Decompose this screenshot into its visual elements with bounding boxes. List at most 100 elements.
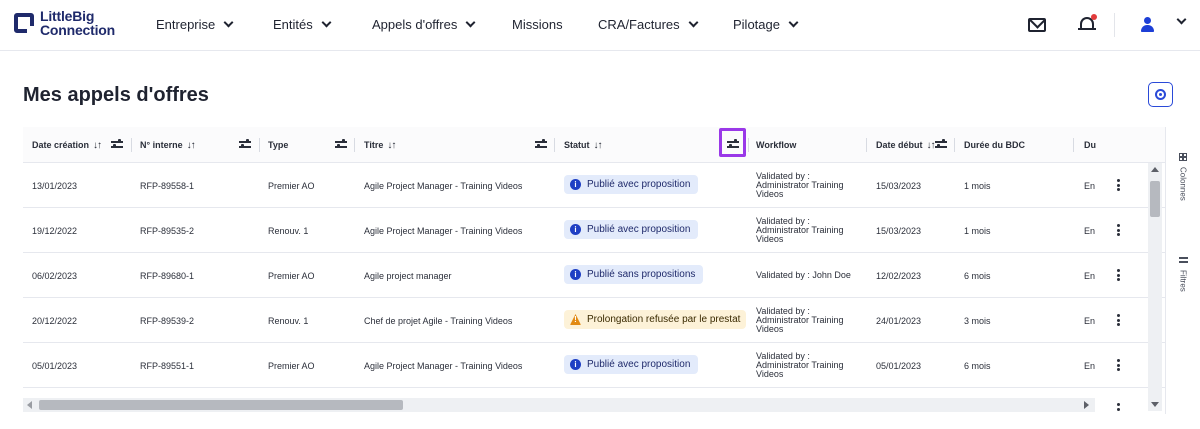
cell-du: En: [1084, 360, 1096, 371]
brand-name-line2: Connection: [40, 22, 115, 38]
cell-duree: 6 mois: [964, 360, 991, 371]
sort-icon[interactable]: ↓↑: [927, 140, 936, 151]
column-divider[interactable]: [954, 138, 955, 152]
column-divider[interactable]: [866, 138, 867, 152]
column-header-date-debut[interactable]: Date début ↓↑: [876, 127, 936, 163]
chevron-down-icon: [223, 17, 234, 28]
highlighted-statut-filter-box: [719, 128, 746, 157]
row-actions-icon[interactable]: [1117, 403, 1121, 415]
table-row[interactable]: 19/12/2022 RFP-89535-2 Renouv. 1 Agile P…: [23, 208, 1165, 253]
columns-grid-icon: [1179, 153, 1187, 161]
mail-icon[interactable]: [1028, 18, 1046, 32]
info-icon: i: [570, 179, 581, 190]
column-divider[interactable]: [131, 138, 132, 152]
nav-label: Pilotage: [733, 17, 780, 32]
row-actions-icon[interactable]: [1117, 269, 1121, 281]
row-actions-icon[interactable]: [1117, 224, 1121, 236]
nav-appels-doffres[interactable]: Appels d'offres: [372, 17, 476, 32]
cell-num-interne: RFP-89551-1: [140, 360, 195, 371]
brand-logo[interactable]: LittleBig Connection: [14, 9, 115, 37]
sort-icon[interactable]: ↓↑: [387, 140, 396, 151]
chevron-down-icon: [465, 17, 476, 28]
notification-dot: [1091, 14, 1097, 20]
columns-panel-tab[interactable]: Colonnes: [1169, 153, 1197, 201]
filters-panel-tab[interactable]: Filtres: [1169, 255, 1197, 292]
chevron-down-icon[interactable]: [1176, 14, 1187, 25]
scroll-down-icon[interactable]: [1151, 402, 1159, 407]
cell-titre: Agile Project Manager - Training Videos: [364, 225, 523, 236]
scroll-right-icon[interactable]: [1084, 401, 1089, 409]
filter-icon[interactable]: [535, 138, 547, 150]
rfp-table: Date création ↓↑ N° interne ↓↑ Type Titre ↓…: [23, 127, 1165, 414]
sort-icon[interactable]: ↓↑: [93, 140, 102, 151]
column-header-type[interactable]: Type: [268, 127, 288, 163]
column-label: Titre: [364, 140, 384, 150]
column-divider[interactable]: [354, 138, 355, 152]
column-divider[interactable]: [554, 138, 555, 152]
table-row[interactable]: 13/01/2023 RFP-89558-1 Premier AO Agile …: [23, 163, 1165, 208]
column-header-du[interactable]: Du: [1084, 127, 1096, 163]
cell-type: Premier AO: [268, 180, 315, 191]
sort-icon[interactable]: ↓↑: [594, 140, 603, 151]
horizontal-scrollbar[interactable]: [23, 398, 1095, 412]
cell-duree: 1 mois: [964, 180, 991, 191]
column-header-num-interne[interactable]: N° interne ↓↑: [140, 127, 196, 163]
column-label: Date création: [32, 140, 90, 150]
filter-icon[interactable]: [935, 138, 947, 150]
nav-entreprise[interactable]: Entreprise: [156, 17, 234, 32]
status-badge: ! Prolongation refusée par le prestat: [564, 310, 746, 329]
column-divider[interactable]: [748, 138, 749, 152]
nav-pilotage[interactable]: Pilotage: [733, 17, 799, 32]
nav-missions[interactable]: Missions: [512, 17, 563, 32]
column-divider[interactable]: [1073, 138, 1074, 152]
cell-duree: 3 mois: [964, 315, 991, 326]
filter-icon[interactable]: [335, 138, 347, 150]
vertical-scrollbar[interactable]: [1148, 163, 1162, 411]
column-header-workflow[interactable]: Workflow: [756, 127, 796, 163]
logo-mark-icon: [14, 13, 35, 34]
row-actions-icon[interactable]: [1117, 179, 1121, 191]
cell-du: En: [1084, 225, 1096, 236]
cell-date-debut: 24/01/2023: [876, 315, 922, 326]
row-actions-icon[interactable]: [1117, 314, 1121, 326]
column-label: Date début: [876, 140, 923, 150]
scroll-up-icon[interactable]: [1151, 167, 1159, 172]
filter-icon[interactable]: [111, 138, 123, 150]
user-icon[interactable]: [1140, 17, 1154, 33]
sort-icon[interactable]: ↓↑: [187, 140, 196, 151]
top-navbar: LittleBig Connection Entreprise Entités …: [0, 0, 1200, 51]
cell-duree: 1 mois: [964, 225, 991, 236]
cell-type: Premier AO: [268, 270, 315, 281]
cell-duree: 6 mois: [964, 270, 991, 281]
table-row[interactable]: 06/02/2023 RFP-89680-1 Premier AO Agile …: [23, 253, 1165, 298]
nav-label: Missions: [512, 17, 563, 32]
column-header-titre[interactable]: Titre ↓↑: [364, 127, 396, 163]
horizontal-scroll-thumb[interactable]: [39, 400, 403, 410]
nav-cra-factures[interactable]: CRA/Factures: [598, 17, 699, 32]
table-header: Date création ↓↑ N° interne ↓↑ Type Titre ↓…: [23, 127, 1165, 163]
vertical-scroll-thumb[interactable]: [1150, 181, 1160, 217]
cell-date-creation: 20/12/2022: [32, 315, 78, 326]
column-header-date-creation[interactable]: Date création ↓↑: [32, 127, 102, 163]
table-settings-button[interactable]: [1148, 82, 1173, 107]
column-label: N° interne: [140, 140, 183, 150]
status-label: Publié avec proposition: [587, 224, 691, 235]
filter-icon[interactable]: [239, 138, 251, 150]
bell-icon[interactable]: [1078, 14, 1097, 34]
status-label: Prolongation refusée par le prestat: [587, 314, 741, 325]
cell-type: Premier AO: [268, 360, 315, 371]
workflow-text: Validated by : Administrator Training Vi…: [756, 351, 844, 379]
cell-du: En: [1084, 315, 1096, 326]
workflow-text: Validated by : John Doe: [756, 270, 851, 280]
table-row[interactable]: 05/01/2023 RFP-89551-1 Premier AO Agile …: [23, 343, 1165, 388]
column-divider[interactable]: [259, 138, 260, 152]
scroll-left-icon[interactable]: [27, 401, 32, 409]
column-header-statut[interactable]: Statut ↓↑: [564, 127, 603, 163]
cell-num-interne: RFP-89539-2: [140, 315, 195, 326]
column-header-duree-bdc[interactable]: Durée du BDC: [964, 127, 1025, 163]
cell-date-debut: 15/03/2023: [876, 225, 922, 236]
table-row[interactable]: 20/12/2022 RFP-89539-2 Renouv. 1 Chef de…: [23, 298, 1165, 343]
nav-entites[interactable]: Entités: [273, 17, 332, 32]
info-icon: i: [570, 269, 581, 280]
row-actions-icon[interactable]: [1117, 359, 1121, 371]
